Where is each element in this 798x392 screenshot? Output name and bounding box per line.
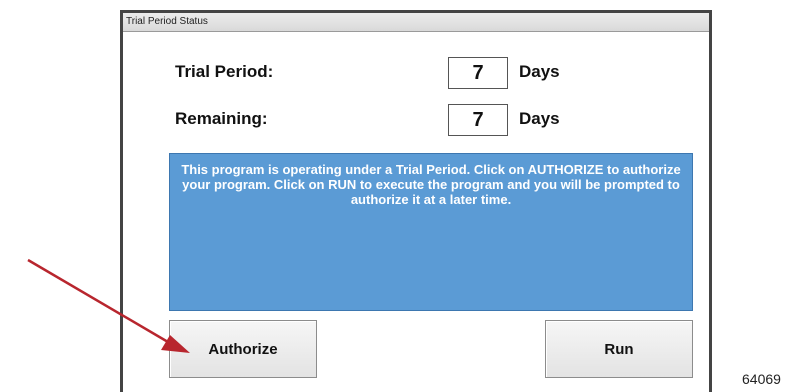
annotation-arrow: [27, 258, 190, 353]
figure-number: 64069: [742, 371, 781, 387]
annotation-arrow-shaft: [27, 258, 169, 344]
annotation-arrow-head: [161, 335, 190, 353]
